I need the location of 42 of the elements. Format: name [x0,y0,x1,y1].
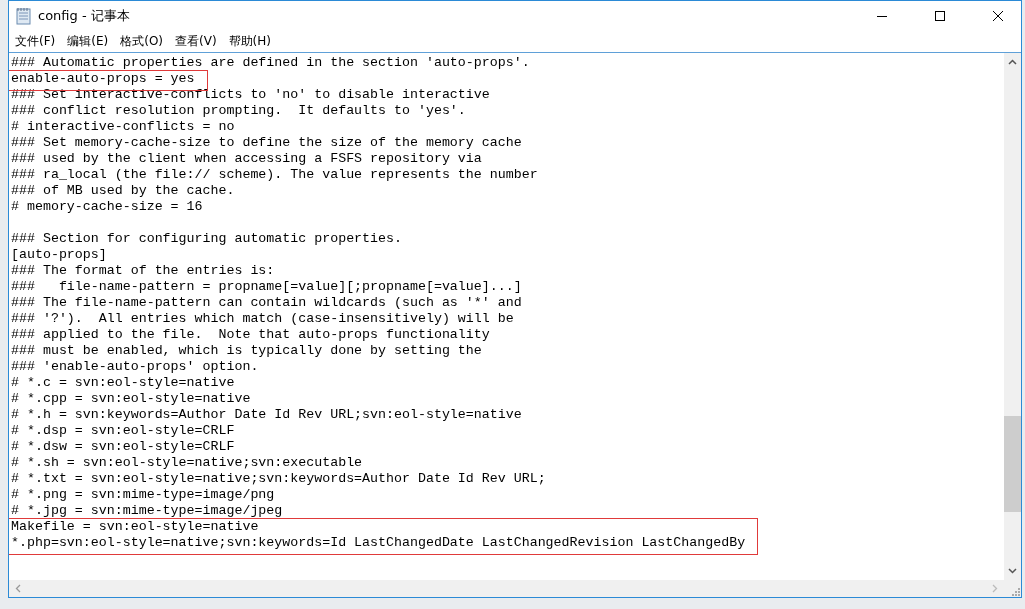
notepad-icon [16,7,32,25]
size-grip-icon [1011,587,1021,597]
text-line: # *.h = svn:keywords=Author Date Id Rev URL;svn:eol-style=native [11,407,522,422]
text-line: # interactive-conflicts = no [11,119,235,134]
text-line: ### of MB used by the cache. [11,183,235,198]
text-line: ### Automatic properties are defined in the section 'auto-props'. [11,55,530,70]
text-line: # *.png = svn:mime-type=image/png [11,487,275,502]
text-line: enable-auto-props = yes [11,71,195,87]
maximize-icon [934,10,946,22]
horizontal-scrollbar[interactable] [9,580,1004,597]
text-line: ### applied to the file. Note that auto-props functionality [11,327,490,342]
scrollbar-thumb[interactable] [1004,416,1021,512]
text-line: # *.dsp = svn:eol-style=CRLF [11,423,235,438]
close-icon [992,10,1004,22]
text-line: ### The file-name-pattern can contain wildcards (such as '*' and [11,295,522,310]
menu-item[interactable]: 帮助(H) [228,33,271,50]
text-line: # *.c = svn:eol-style=native [11,375,235,390]
text-line: ### must be enabled, which is typically done by setting the [11,343,482,358]
vertical-scrollbar[interactable] [1004,53,1021,580]
text-line: ### Set memory-cache-size to define the size of the memory cache [11,135,522,150]
menu-item[interactable]: 查看(V) [175,33,217,50]
text-line: ### 'enable-auto-props' option. [11,359,259,374]
text-line: ### The format of the entries is: [11,263,275,278]
text-line: # memory-cache-size = 16 [11,199,203,214]
text-line: [auto-props] [11,247,107,262]
text-line: ### file-name-pattern = propname[=value][;propname[=value]...] [11,279,522,294]
text-line: ### ra_local (the file:// scheme). The value represents the number [11,167,538,182]
text-line: # *.jpg = svn:mime-type=image/jpeg [11,503,283,518]
text-line: ### '?'). All entries which match (case-insensitively) will be [11,311,514,326]
text-line: ### used by the client when accessing a FSFS repository via [11,151,482,166]
text-line: # *.txt = svn:eol-style=native;svn:keywords=Author Date Id Rev URL; [11,471,546,486]
text-line: # *.dsw = svn:eol-style=CRLF [11,439,235,454]
menu-item[interactable]: 格式(O) [120,33,164,50]
menu-item[interactable]: 文件(F) [15,33,56,50]
text-line: ### conflict resolution prompting. It defaults to 'yes'. [11,103,466,118]
text-line: # *.sh = svn:eol-style=native;svn:executable [11,455,363,470]
text-line: # *.cpp = svn:eol-style=native [11,391,251,406]
menu-item[interactable]: 编辑(E) [67,33,109,50]
text-line: ### Section for configuring automatic properties. [11,231,402,246]
text-line: Makefile = svn:eol-style=native [11,519,260,535]
text-line: *.php=svn:eol-style=native;svn:keywords=Id LastChangedDate LastChangedRevision LastChangedBy [11,535,746,551]
window-title: config - 记事本 [38,7,130,25]
